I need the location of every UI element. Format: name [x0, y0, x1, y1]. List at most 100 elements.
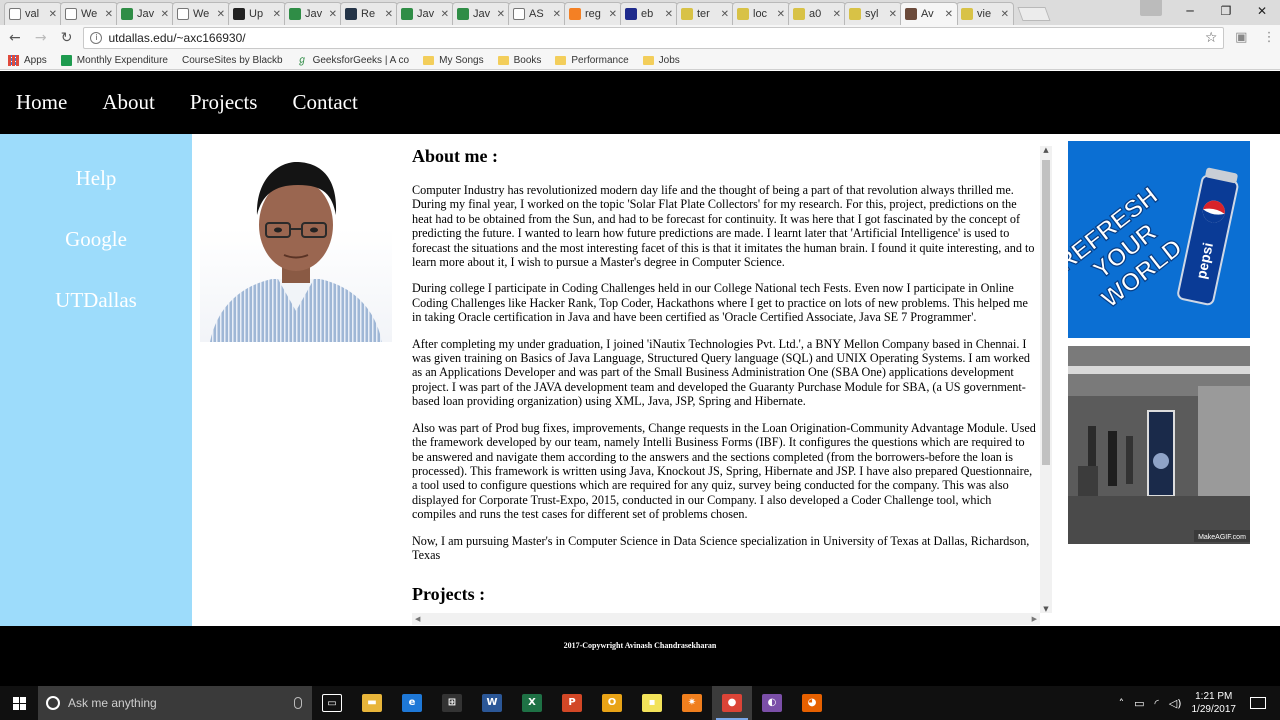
browser-tab[interactable]: vie ✕ [956, 2, 1014, 25]
nav-about[interactable]: About [102, 90, 155, 115]
close-tab-icon[interactable]: ✕ [329, 9, 337, 20]
sidebar-link-help[interactable]: Help [0, 166, 192, 191]
browser-tab[interactable]: Av ✕ [900, 2, 958, 25]
taskbar-app-excel[interactable]: X [512, 686, 552, 720]
bookmark-item[interactable]: Monthly Expenditure [60, 54, 168, 66]
close-tab-icon[interactable]: ✕ [49, 9, 57, 20]
close-tab-icon[interactable]: ✕ [777, 9, 785, 20]
bookmark-item[interactable]: My Songs [423, 55, 484, 66]
close-tab-icon[interactable]: ✕ [217, 9, 225, 20]
browser-tab[interactable]: Re ✕ [340, 2, 398, 25]
close-tab-icon[interactable]: ✕ [609, 9, 617, 20]
browser-tab[interactable]: val ✕ [4, 2, 62, 25]
scroll-right-icon[interactable]: ▶ [1032, 613, 1037, 625]
bookmark-item[interactable]: Books [497, 55, 541, 66]
close-tab-icon[interactable]: ✕ [105, 9, 113, 20]
pepsi-ad[interactable]: REFRESH YOUR WORLD pepsi [1068, 141, 1250, 338]
new-tab-button[interactable] [1017, 7, 1051, 21]
address-bar[interactable]: i utdallas.edu/~axc166930/ ☆ [83, 27, 1225, 49]
browser-tab[interactable]: Jav ✕ [452, 2, 510, 25]
vertical-scrollbar[interactable]: ▲ ▼ [1040, 146, 1052, 613]
subway-gif-ad[interactable]: MakeAGIF.com [1068, 346, 1250, 544]
taskbar-app-firefox[interactable]: ◕ [792, 686, 832, 720]
close-tab-icon[interactable]: ✕ [497, 9, 505, 20]
bookmark-star-icon[interactable]: ☆ [1205, 30, 1218, 46]
browser-tab[interactable]: loc ✕ [732, 2, 790, 25]
taskbar-app-orange-app[interactable]: ✷ [672, 686, 712, 720]
scroll-down-icon[interactable]: ▼ [1040, 605, 1052, 613]
menu-icon[interactable]: ⋮ [1258, 27, 1280, 49]
tab-label: loc [753, 8, 768, 20]
taskbar-app-file-explorer[interactable]: ▬ [352, 686, 392, 720]
extension-icon[interactable]: ▣ [1230, 27, 1252, 49]
minimize-icon[interactable]: ─ [1172, 0, 1208, 22]
horizontal-scrollbar[interactable]: ◀ ▶ [412, 613, 1040, 625]
browser-tab[interactable]: ter ✕ [676, 2, 734, 25]
close-tab-icon[interactable]: ✕ [385, 9, 393, 20]
close-tab-icon[interactable]: ✕ [441, 9, 449, 20]
taskbar-app-outlook[interactable]: O [592, 686, 632, 720]
nav-home[interactable]: Home [16, 90, 67, 115]
bookmark-item[interactable]: Jobs [642, 55, 680, 66]
scroll-up-icon[interactable]: ▲ [1040, 146, 1052, 154]
bookmark-item[interactable]: Apps [8, 54, 47, 66]
action-center-icon[interactable] [1250, 697, 1266, 709]
close-tab-icon[interactable]: ✕ [721, 9, 729, 20]
volume-icon[interactable]: ◁) [1169, 697, 1182, 710]
browser-tab[interactable]: reg ✕ [564, 2, 622, 25]
forward-icon[interactable]: → [30, 27, 52, 49]
browser-tab[interactable]: AS ✕ [508, 2, 566, 25]
close-window-icon[interactable]: ✕ [1244, 0, 1280, 22]
info-icon[interactable]: i [90, 32, 103, 44]
taskbar-app-powerpoint[interactable]: P [552, 686, 592, 720]
browser-tab[interactable]: syl ✕ [844, 2, 902, 25]
nav-projects[interactable]: Projects [190, 90, 258, 115]
taskbar-app-sticky-notes[interactable]: ▪ [632, 686, 672, 720]
bookmark-item[interactable]: ℊ GeeksforGeeks | A co [297, 55, 409, 66]
close-tab-icon[interactable]: ✕ [553, 9, 561, 20]
browser-tab[interactable]: Jav ✕ [396, 2, 454, 25]
close-tab-icon[interactable]: ✕ [833, 9, 841, 20]
about-content-panel[interactable]: About me : Computer Industry has revolut… [404, 134, 1052, 626]
browser-tab[interactable]: Up ✕ [228, 2, 286, 25]
cortana-search-box[interactable]: Ask me anything [38, 686, 312, 720]
browser-tab[interactable]: eb ✕ [620, 2, 678, 25]
taskbar-app-word[interactable]: W [472, 686, 512, 720]
taskbar-app-edge[interactable]: e [392, 686, 432, 720]
browser-tab[interactable]: Jav ✕ [284, 2, 342, 25]
sidebar-link-google[interactable]: Google [0, 227, 192, 252]
sidebar: Help Google UTDallas [0, 134, 192, 626]
close-tab-icon[interactable]: ✕ [889, 9, 897, 20]
file-explorer-icon: ▬ [362, 694, 382, 712]
nav-contact[interactable]: Contact [292, 90, 357, 115]
sidebar-link-utdallas[interactable]: UTDallas [0, 288, 192, 313]
bookmark-item[interactable]: Performance [555, 55, 629, 66]
browser-tab[interactable]: a0 ✕ [788, 2, 846, 25]
scrollbar-thumb[interactable] [1042, 160, 1050, 465]
close-tab-icon[interactable]: ✕ [161, 9, 169, 20]
taskbar-app-task-view[interactable]: ▭ [312, 686, 352, 720]
close-tab-icon[interactable]: ✕ [1001, 9, 1009, 20]
url-text[interactable]: utdallas.edu/~axc166930/ [108, 31, 1204, 45]
profile-icon[interactable] [1140, 0, 1162, 16]
network-icon[interactable]: ◜ [1154, 697, 1158, 710]
close-tab-icon[interactable]: ✕ [665, 9, 673, 20]
taskbar-app-purple-app[interactable]: ◐ [752, 686, 792, 720]
chevron-up-icon[interactable]: ˄ [1119, 697, 1125, 710]
back-icon[interactable]: ← [4, 27, 26, 49]
browser-tab[interactable]: We ✕ [60, 2, 118, 25]
taskbar-app-store[interactable]: ⊞ [432, 686, 472, 720]
close-tab-icon[interactable]: ✕ [273, 9, 281, 20]
bookmark-item[interactable]: CourseSites by Blackb [0, 55, 283, 133]
browser-tab[interactable]: Jav ✕ [116, 2, 174, 25]
microphone-icon[interactable] [294, 697, 302, 709]
taskbar-app-chrome[interactable]: ● [712, 686, 752, 720]
start-button[interactable] [0, 686, 38, 720]
browser-tab[interactable]: We ✕ [172, 2, 230, 25]
clock[interactable]: 1:21 PM 1/29/2017 [1192, 690, 1237, 716]
battery-icon[interactable]: ▭ [1134, 697, 1144, 710]
reload-icon[interactable]: ↻ [56, 27, 78, 49]
scroll-left-icon[interactable]: ◀ [415, 613, 420, 625]
maximize-icon[interactable]: ❐ [1208, 0, 1244, 22]
close-tab-icon[interactable]: ✕ [945, 9, 953, 20]
